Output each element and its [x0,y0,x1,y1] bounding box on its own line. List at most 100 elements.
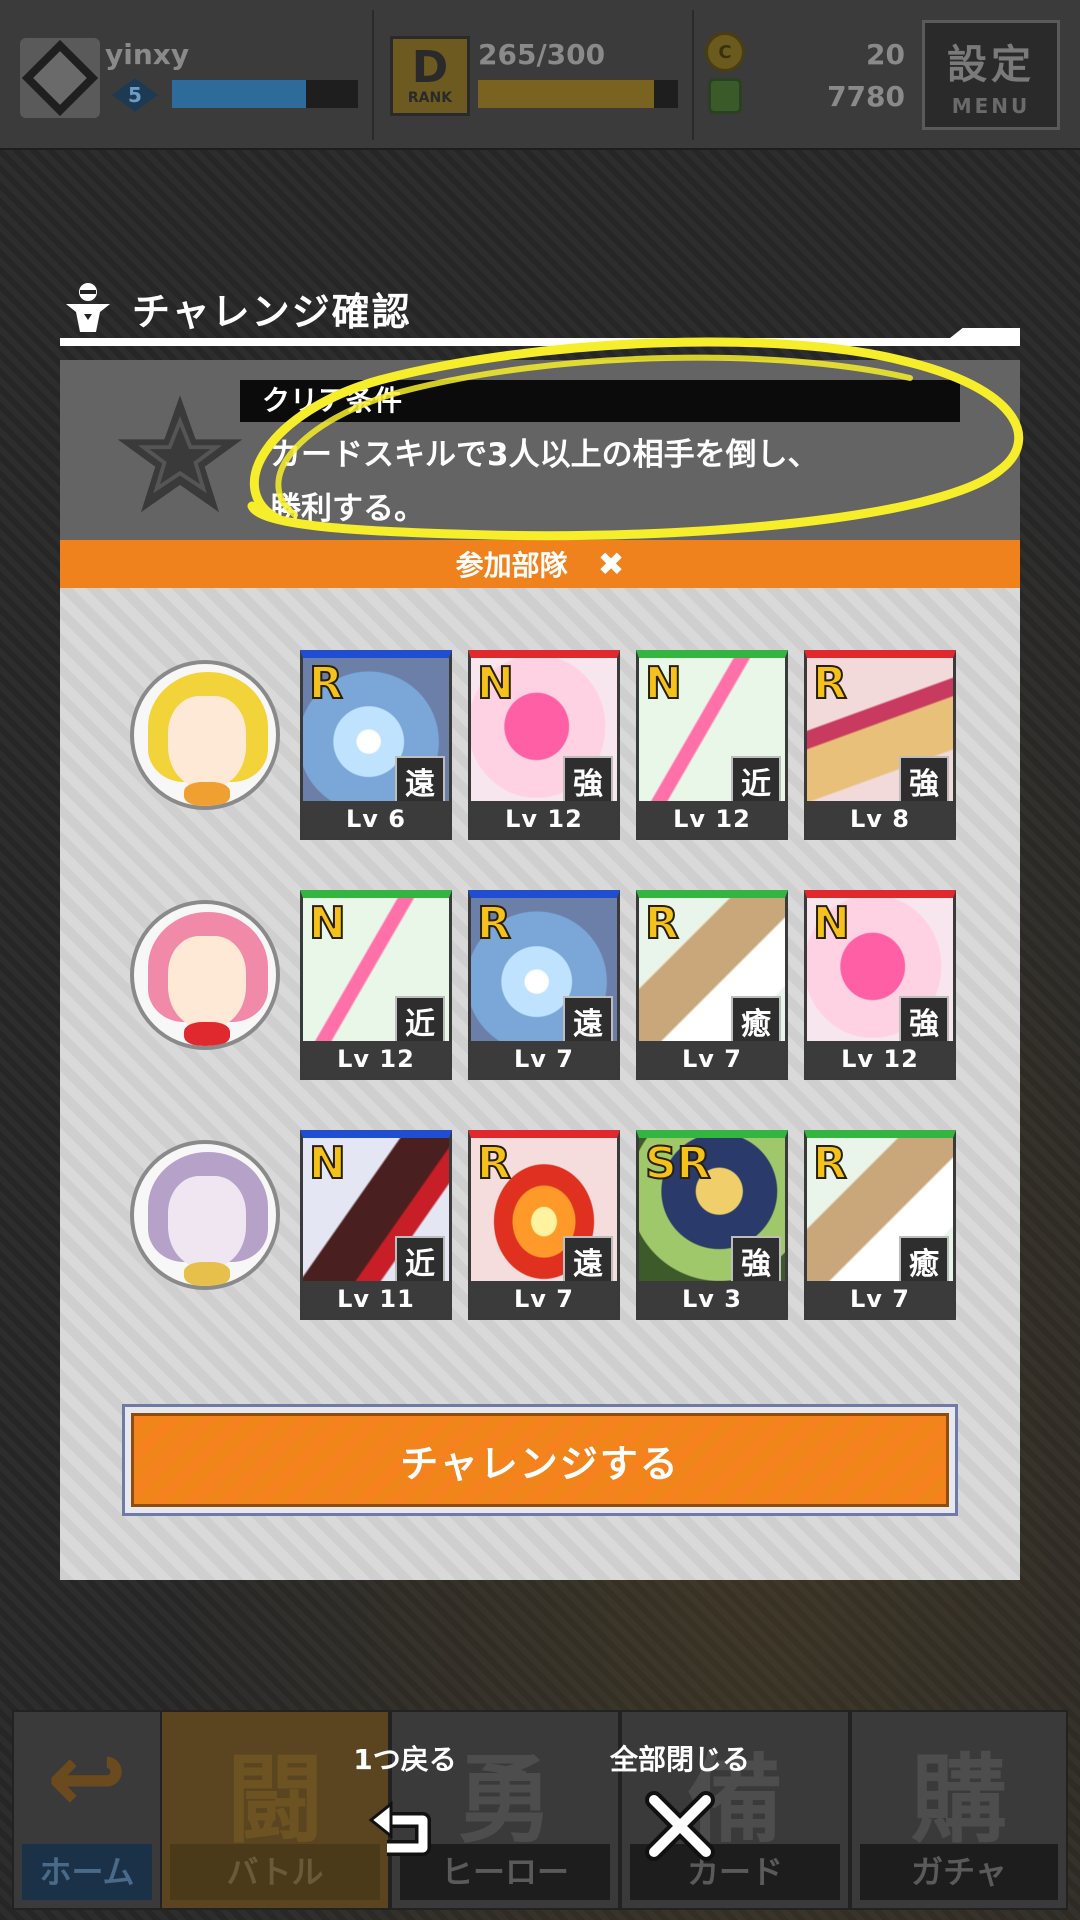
party-close-icon[interactable]: ✖ [598,545,625,583]
back-label: 1つ戻る [353,1743,457,1776]
status-bar: yinxy 5 D RANK 265/300 C 20 7780 設定 MENU [0,0,1080,150]
card-rarity: R [308,658,344,709]
settings-label: 設定 [947,42,1035,88]
hero-accent [184,1262,230,1286]
hero-portrait[interactable] [130,900,280,1050]
team-row: N 近 Lv 12 R 遠 Lv 7 R 癒 Lv 7 N 強 Lv 12 [60,890,1020,1090]
card-level: Lv 12 [303,1041,449,1077]
card-flame-hand[interactable]: R 遠 Lv 7 [468,1130,620,1320]
hero-portrait[interactable] [130,660,280,810]
card-type: 遠 [563,1236,613,1286]
card-rarity: R [476,1138,512,1189]
card-level: Lv 6 [303,801,449,837]
clear-condition-header: クリア条件 [240,380,960,422]
title-divider [60,338,1020,346]
condition-line-1: カードスキルで3人以上の相手を倒し、 [270,437,819,473]
card-type: 近 [395,996,445,1046]
hero-face [168,1176,246,1268]
card-rarity: N [812,898,851,949]
card-level: Lv 7 [471,1041,617,1077]
card-medical-kit[interactable]: R 癒 Lv 7 [804,1130,956,1320]
hero-accent [184,782,230,806]
stamina-value: 265/300 [478,38,606,71]
card-rarity: R [644,898,680,949]
card-type: 遠 [563,996,613,1046]
card-type: 近 [731,756,781,806]
coin-icon: C [705,32,745,72]
nav-gacha-label: ガチャ [860,1844,1058,1900]
team-row: N 近 Lv 11 R 遠 Lv 7 SR 強 Lv 3 R 癒 Lv 7 [60,1130,1020,1330]
nav-tab-gacha[interactable]: 購 ガチャ [850,1710,1068,1910]
clear-condition-panel: クリア条件 カードスキルで3人以上の相手を倒し、 勝利する。 [60,360,1020,540]
rank-badge: D RANK [390,36,470,116]
coin-count: 20 [866,38,905,71]
card-level: Lv 7 [639,1041,785,1077]
dialog-title: チャレンジ確認 [60,278,412,338]
card-rarity: N [476,658,515,709]
rank-label: RANK [407,90,453,106]
challenge-button[interactable]: チャレンジする [122,1404,958,1516]
card-magic-wand[interactable]: N 近 Lv 12 [636,650,788,840]
party-strip: 参加部隊 ✖ [60,540,1020,588]
card-type: 近 [395,1236,445,1286]
clear-condition-text: カードスキルで3人以上の相手を倒し、 勝利する。 [270,428,990,536]
gacha-icon: 購 [911,1744,1007,1856]
rank-glyph: D [411,42,449,93]
challenge-button-label: チャレンジする [131,1413,949,1507]
menu-button[interactable]: 設定 MENU [922,20,1060,130]
card-type: 強 [731,1236,781,1286]
card-rarity: R [812,1138,848,1189]
experience-bar [172,80,358,108]
home-icon: ↩ [46,1722,128,1834]
dialog-title-text: チャレンジ確認 [132,289,412,334]
card-rarity: SR [644,1138,712,1189]
card-type: 強 [899,996,949,1046]
gem-count: 7780 [827,80,905,113]
card-level: Lv 12 [471,801,617,837]
card-rarity: R [812,658,848,709]
stamina-bar [478,80,678,108]
player-emblem-icon[interactable] [20,38,100,118]
hero-face [168,936,246,1028]
nav-home-label: ホーム [22,1844,152,1900]
team-row: R 遠 Lv 6 N 強 Lv 12 N 近 Lv 12 R 強 Lv 8 [60,650,1020,850]
card-level: Lv 12 [639,801,785,837]
condition-line-2: 勝利する。 [270,491,425,527]
card-level: Lv 8 [807,801,953,837]
card-type: 強 [563,756,613,806]
card-pink-umbrella[interactable]: N 強 Lv 12 [804,890,956,1080]
back-control[interactable]: 1つ戻る [330,1738,480,1868]
card-rarity: N [644,658,683,709]
card-rarity: N [308,1138,347,1189]
bottom-nav: ↩ ホーム 闘 バトル 勇 ヒーロー 備 カード 購 ガチャ [0,1710,1080,1920]
card-type: 癒 [731,996,781,1046]
card-ice-shards[interactable]: R 遠 Lv 6 [300,650,452,840]
card-chainsaw[interactable]: N 近 Lv 11 [300,1130,452,1320]
gem-icon [708,78,742,114]
card-ice-shards[interactable]: R 遠 Lv 7 [468,890,620,1080]
card-pink-umbrella[interactable]: N 強 Lv 12 [468,650,620,840]
card-blonde-fighter[interactable]: SR 強 Lv 3 [636,1130,788,1320]
close-icon [645,1791,715,1861]
level-badge: 5 [112,78,158,112]
card-level: Lv 11 [303,1281,449,1317]
card-magic-wand[interactable]: N 近 Lv 12 [300,890,452,1080]
user-name: yinxy [105,38,190,71]
card-level: Lv 7 [807,1281,953,1317]
hero-face [168,696,246,788]
card-cleaning-tools[interactable]: R 強 Lv 8 [804,650,956,840]
card-type: 癒 [899,1236,949,1286]
card-level: Lv 12 [807,1041,953,1077]
card-type: 強 [899,756,949,806]
close-all-control[interactable]: 全部閉じる [590,1738,770,1868]
card-medical-kit[interactable]: R 癒 Lv 7 [636,890,788,1080]
card-rarity: N [308,898,347,949]
close-all-label: 全部閉じる [609,1743,750,1776]
card-rarity: R [476,898,512,949]
card-level: Lv 3 [639,1281,785,1317]
nav-tab-home[interactable]: ↩ ホーム [12,1710,162,1910]
card-level: Lv 7 [471,1281,617,1317]
star-emblem-icon [117,395,243,513]
hero-portrait[interactable] [130,1140,280,1290]
challenge-confirm-dialog: クリア条件 カードスキルで3人以上の相手を倒し、 勝利する。 参加部隊 ✖ R遠… [60,337,1024,1580]
